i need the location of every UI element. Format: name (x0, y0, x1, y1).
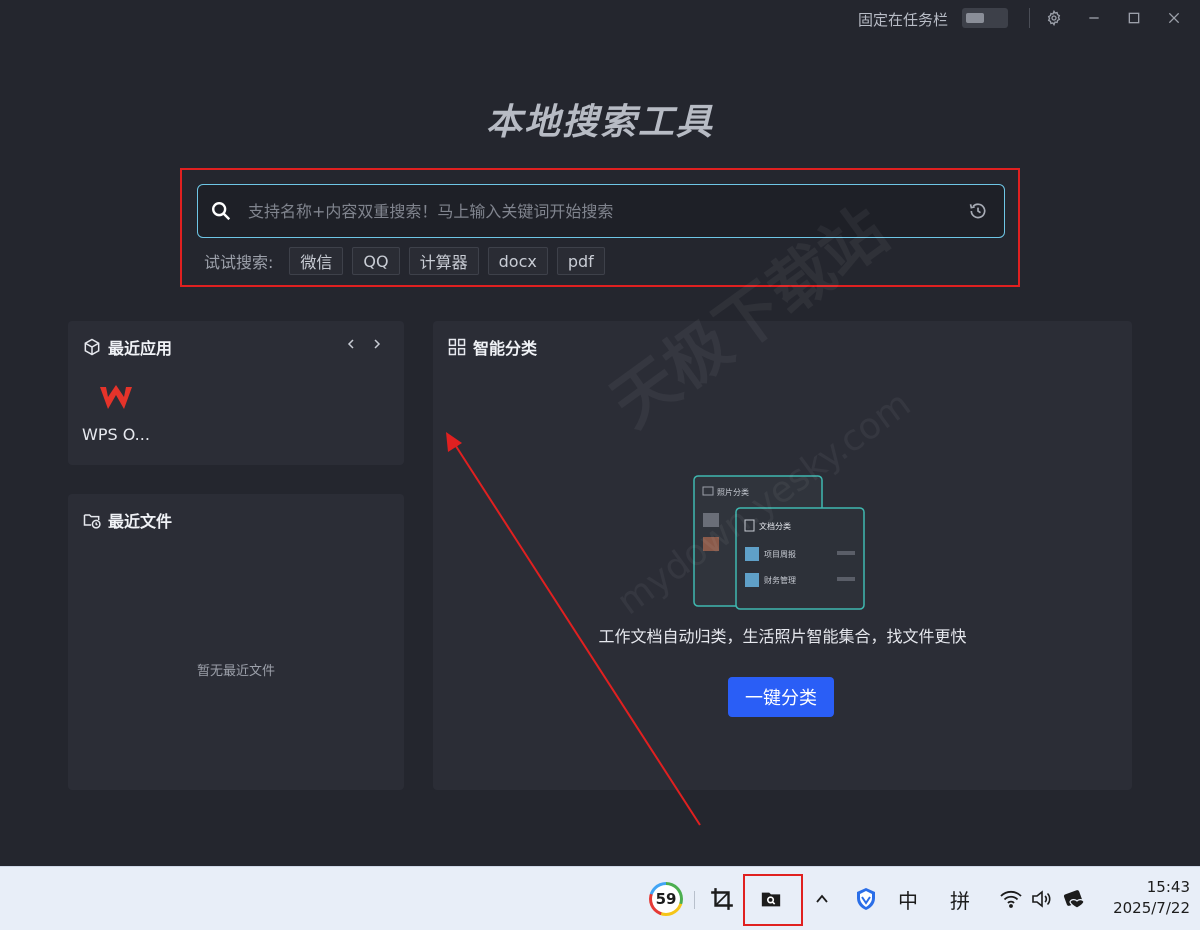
search-box[interactable] (197, 184, 1005, 238)
battery-tray[interactable] (1062, 881, 1088, 917)
recent-apps-pager (334, 335, 386, 353)
recent-files-panel: 最近文件 暂无最近文件 (68, 494, 404, 790)
minimize-button[interactable] (1082, 6, 1106, 30)
security-score-value: 59 (652, 885, 680, 913)
grid-icon (448, 338, 466, 356)
recent-app-name: WPS O... (82, 425, 150, 444)
taskbar-clock[interactable]: 15:43 2025/7/22 (1100, 878, 1190, 917)
pin-to-taskbar-label: 固定在任务栏 (858, 11, 949, 29)
card-back-title: 照片分类 (717, 487, 749, 497)
title-bar: 固定在任务栏 (0, 0, 1200, 36)
classify-illustration: 照片分类 文档分类 项目周报 财务管理 (693, 475, 865, 610)
ime-mode-indicator[interactable]: 拼 (946, 881, 974, 917)
search-icon (212, 202, 231, 221)
chevron-right-icon (374, 339, 381, 349)
tray-divider (694, 891, 695, 909)
next-page-button[interactable] (368, 335, 386, 353)
chevron-left-icon (347, 339, 354, 349)
recent-apps-title: 最近应用 (108, 339, 173, 358)
maximize-button[interactable] (1122, 6, 1146, 30)
clock-date: 2025/7/22 (1113, 899, 1190, 917)
smart-classify-description: 工作文档自动归类，生活照片智能集合，找文件更快 (598, 627, 967, 646)
recent-apps-header: 最近应用 (82, 335, 172, 359)
close-button[interactable] (1162, 6, 1186, 30)
suggestion-chip-wechat[interactable]: 微信 (289, 247, 344, 275)
suggestion-chip-qq[interactable]: QQ (352, 247, 400, 275)
smart-classify-panel: 智能分类 照片分类 文档分类 项目周报 财务管理 工作文档自动归类，生活照片智能… (433, 321, 1132, 790)
wifi-icon (1000, 890, 1022, 908)
search-input[interactable] (248, 197, 948, 225)
wps-logo-icon (100, 385, 132, 409)
toggle-knob (966, 13, 984, 23)
suggestion-chip-calculator[interactable]: 计算器 (408, 247, 479, 275)
close-icon (1168, 12, 1180, 24)
minimize-icon (1089, 17, 1099, 19)
security-score-tray[interactable]: 59 (648, 881, 684, 917)
recent-app-wps[interactable]: WPS O... (82, 383, 162, 444)
recent-files-header: 最近文件 (82, 508, 172, 532)
suggestion-chip-docx[interactable]: docx (487, 247, 548, 275)
chevron-up-icon (816, 894, 828, 903)
battery-charging-icon (1063, 890, 1085, 909)
settings-button[interactable] (1042, 6, 1066, 30)
one-click-classify-button[interactable]: 一键分类 (728, 677, 834, 717)
tray-icon-annotation (743, 874, 803, 926)
screenshot-tray[interactable] (704, 881, 740, 917)
titlebar-divider (1029, 8, 1030, 28)
app-title: 本地搜索工具 (485, 102, 714, 143)
folder-clock-icon (83, 514, 101, 529)
recent-files-title: 最近文件 (108, 512, 173, 531)
maximize-icon (1128, 12, 1140, 24)
smart-classify-title: 智能分类 (473, 339, 538, 358)
prev-page-button[interactable] (342, 335, 360, 353)
clock-time: 15:43 (1146, 878, 1190, 896)
show-hidden-icons-button[interactable] (810, 881, 834, 917)
card-row-2: 财务管理 (764, 575, 796, 585)
shield-icon (857, 888, 875, 910)
card-row-1: 项目周报 (764, 549, 796, 559)
search-area-annotation: 试试搜索: 微信 QQ 计算器 docx pdf (180, 168, 1020, 287)
suggestion-row: 试试搜索: 微信 QQ 计算器 docx pdf (204, 247, 614, 275)
gear-icon (1047, 10, 1061, 26)
crop-icon (711, 888, 733, 910)
smart-classify-header: 智能分类 (447, 335, 537, 359)
suggestion-chip-pdf[interactable]: pdf (556, 247, 605, 275)
card-front-title: 文档分类 (759, 521, 791, 531)
pin-to-taskbar-toggle[interactable] (962, 8, 1008, 28)
suggestion-label: 试试搜索: (204, 253, 274, 272)
taskbar: 59 中 拼 15:43 2025/7/22 (0, 866, 1200, 930)
volume-tray[interactable] (1030, 881, 1054, 917)
ime-language-indicator[interactable]: 中 (894, 881, 922, 917)
security-score-icon: 59 (649, 882, 683, 916)
history-icon[interactable] (968, 201, 988, 221)
recent-files-empty-text: 暂无最近文件 (196, 664, 275, 679)
recent-apps-panel: 最近应用 WPS O... (68, 321, 404, 465)
security-shield-tray[interactable] (852, 881, 880, 917)
wifi-tray[interactable] (998, 881, 1024, 917)
speaker-icon (1032, 890, 1051, 908)
apps-cube-icon (84, 338, 100, 356)
